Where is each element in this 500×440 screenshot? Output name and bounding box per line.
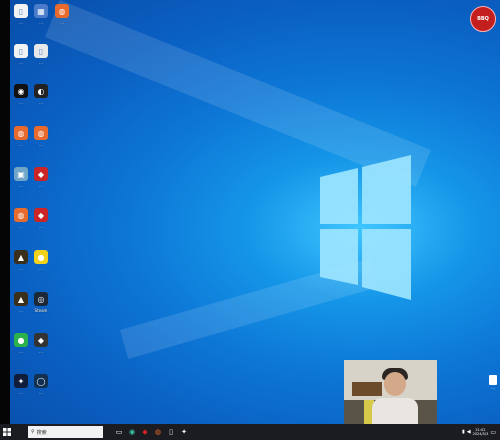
- app-icon: ▯: [34, 44, 48, 58]
- clock-date: 2024/5/3: [472, 432, 489, 436]
- app-icon: ◍: [34, 126, 48, 140]
- taskbar: ⚲ 搜索 ▭ ◉ ◆ ◍ ▯ ✦ ▮ ◀ 21:02 2024/5/3 ▭: [0, 424, 500, 440]
- desktop-file-icon[interactable]: ...: [488, 375, 498, 390]
- desktop-icon[interactable]: ▯...: [26, 44, 56, 65]
- app-icon: ◯: [34, 374, 48, 388]
- app-icon: ◐: [34, 84, 48, 98]
- task-view-icon[interactable]: ▭: [113, 426, 125, 438]
- system-tray: ▮ ◀ 21:02 2024/5/3 ▭: [462, 424, 500, 440]
- desktop-icon-label: ...: [39, 183, 43, 188]
- windows-logo: [320, 155, 411, 300]
- desktop-icon-label: ...: [60, 20, 64, 25]
- app-icon: ◆: [34, 333, 48, 347]
- desktop-icon-label: ...: [39, 142, 43, 147]
- file-label: ...: [491, 385, 495, 390]
- desktop-icon[interactable]: ●...: [26, 250, 56, 271]
- desktop-icon-label: ...: [39, 100, 43, 105]
- app-icon: ◍: [55, 4, 69, 18]
- windows-start-icon: [3, 428, 11, 436]
- desktop-icon[interactable]: ◯...: [26, 374, 56, 395]
- app-icon: ◆: [34, 167, 48, 181]
- desktop-icon-label: ...: [39, 224, 43, 229]
- app-icon: ▦: [34, 4, 48, 18]
- desktop-icon[interactable]: ◆...: [26, 208, 56, 229]
- app-taskbar-icon[interactable]: ✦: [178, 426, 190, 438]
- desktop-icon-label: ...: [39, 60, 43, 65]
- volume-icon[interactable]: ◀: [467, 429, 471, 435]
- desktop-icon[interactable]: ◍...: [47, 4, 77, 25]
- desktop-icon-label: ...: [39, 266, 43, 271]
- desktop-icon-label: ...: [39, 349, 43, 354]
- file-icon: [489, 375, 497, 385]
- network-icon[interactable]: ▮: [462, 429, 465, 435]
- app-taskbar-icon[interactable]: ▯: [165, 426, 177, 438]
- app-icon: ◎: [34, 292, 48, 306]
- desktop-icon[interactable]: ◐...: [26, 84, 56, 105]
- app-icon: ●: [34, 250, 48, 264]
- edge-browser-icon[interactable]: ◉: [126, 426, 138, 438]
- app-taskbar-icon[interactable]: ◍: [152, 426, 164, 438]
- clock[interactable]: 21:02 2024/5/3: [473, 428, 489, 436]
- desktop-icon[interactable]: ◎ Steam: [26, 292, 56, 313]
- app-taskbar-icon[interactable]: ◆: [139, 426, 151, 438]
- search-icon: ⚲: [31, 429, 35, 435]
- app-logo-badge[interactable]: BBQ: [470, 6, 496, 32]
- desktop-icon[interactable]: ◆...: [26, 333, 56, 354]
- notification-icon[interactable]: ▭: [490, 429, 496, 436]
- search-box[interactable]: ⚲ 搜索: [28, 426, 103, 438]
- search-placeholder: 搜索: [36, 429, 47, 436]
- desktop-icon[interactable]: ◆...: [26, 167, 56, 188]
- start-button[interactable]: [0, 424, 14, 440]
- desktop-icon-label: ...: [39, 390, 43, 395]
- desktop: ▯... ▦... ◍... ▯... ▯... ◉... ◐... ◍... ◍... ▣...…: [0, 0, 500, 440]
- desktop-icon[interactable]: ◍...: [26, 126, 56, 147]
- desktop-icon-label: Steam: [34, 308, 48, 313]
- app-icon: ◆: [34, 208, 48, 222]
